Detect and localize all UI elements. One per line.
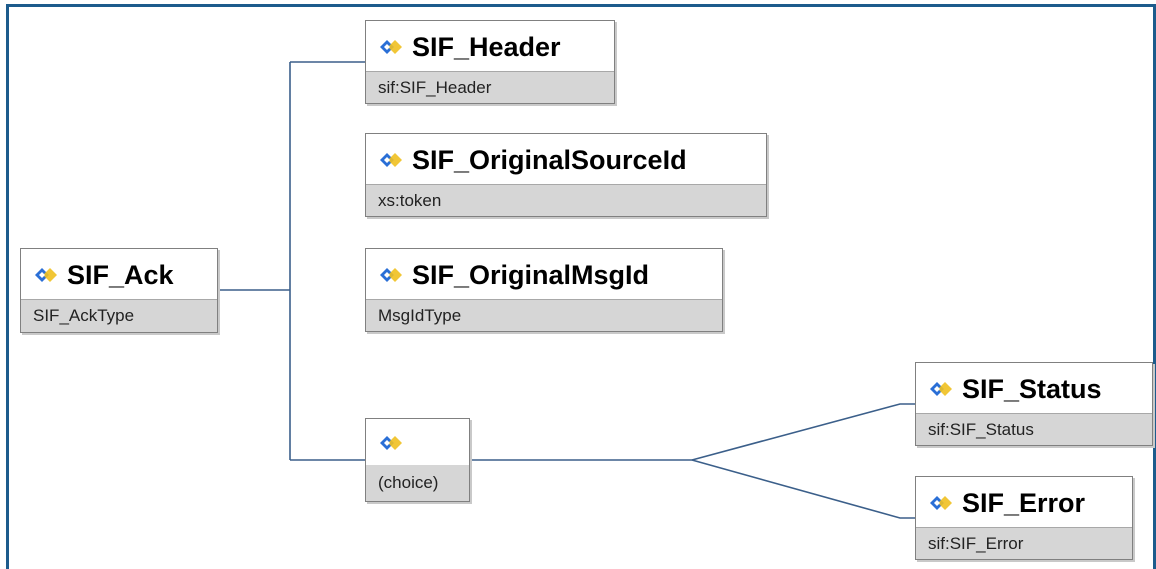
node-header: SIF_OriginalSourceId — [366, 134, 766, 186]
element-name: SIF_Status — [962, 373, 1102, 404]
element-name: SIF_OriginalMsgId — [412, 259, 650, 290]
choice-label: (choice) — [366, 465, 469, 501]
connector-to-status — [691, 403, 915, 461]
element-node-sif-header[interactable]: SIF_Header sif:SIF_Header — [365, 20, 615, 104]
element-type: sif:SIF_Error — [916, 527, 1132, 559]
node-header: SIF_Ack — [21, 249, 217, 301]
element-diamond-icon — [378, 266, 404, 284]
schema-diagram: SIF_Ack SIF_AckType SIF_Header sif:SIF_H… — [0, 0, 1156, 569]
node-header — [366, 419, 469, 467]
element-type: sif:SIF_Status — [916, 413, 1152, 445]
element-diamond-icon — [378, 38, 404, 56]
element-name: SIF_Header — [412, 31, 561, 62]
element-type: SIF_AckType — [21, 299, 217, 332]
element-diamond-icon — [928, 380, 954, 398]
element-node-sif-originalmsgid[interactable]: SIF_OriginalMsgId MsgIdType — [365, 248, 723, 332]
element-type: sif:SIF_Header — [366, 71, 614, 103]
choice-diamond-icon — [378, 434, 404, 452]
choice-node[interactable]: (choice) — [365, 418, 470, 502]
element-node-sif-status[interactable]: SIF_Status sif:SIF_Status — [915, 362, 1153, 446]
element-type: xs:token — [366, 184, 766, 216]
connector-to-error — [691, 459, 915, 519]
element-diamond-icon — [33, 266, 59, 284]
node-header: SIF_Header — [366, 21, 614, 73]
element-name: SIF_Error — [962, 487, 1086, 518]
node-header: SIF_Status — [916, 363, 1152, 415]
element-name: SIF_Ack — [67, 259, 174, 290]
element-diamond-icon — [928, 494, 954, 512]
node-header: SIF_OriginalMsgId — [366, 249, 722, 301]
element-node-sif-error[interactable]: SIF_Error sif:SIF_Error — [915, 476, 1133, 560]
element-type: MsgIdType — [366, 299, 722, 331]
element-diamond-icon — [378, 151, 404, 169]
element-node-sif-ack[interactable]: SIF_Ack SIF_AckType — [20, 248, 218, 333]
element-node-sif-originalsourceid[interactable]: SIF_OriginalSourceId xs:token — [365, 133, 767, 217]
element-name: SIF_OriginalSourceId — [412, 144, 687, 175]
node-header: SIF_Error — [916, 477, 1132, 529]
